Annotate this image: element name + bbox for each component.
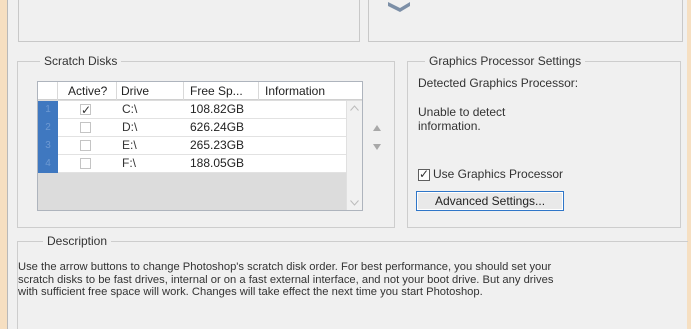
- active-cell: [58, 119, 117, 137]
- scratch-disks-group: Scratch Disks Active? Drive Free Sp... I…: [17, 54, 395, 228]
- description-line: Use the arrow buttons to change Photosho…: [18, 261, 552, 273]
- row-index: 2: [38, 119, 58, 137]
- description-text: Use the arrow buttons to change Photosho…: [18, 261, 686, 299]
- row-index: 4: [38, 155, 58, 173]
- table-scrollbar[interactable]: [346, 101, 362, 210]
- drive-cell: D:\: [122, 120, 138, 134]
- gpu-status-line-1: Unable to detect: [418, 105, 506, 119]
- move-up-icon: [373, 125, 381, 131]
- active-checkbox[interactable]: [80, 102, 91, 119]
- detected-gpu-label: Detected Graphics Processor:: [418, 76, 579, 90]
- description-legend: Description: [43, 234, 112, 248]
- active-checkbox[interactable]: [80, 122, 91, 133]
- table-row[interactable]: 2 D:\ 626.24GB: [38, 119, 346, 137]
- free-space-cell: 108.82GB: [190, 102, 245, 116]
- preferences-dialog: Scratch Disks Active? Drive Free Sp... I…: [7, 0, 688, 329]
- column-header-drive[interactable]: Drive: [117, 82, 184, 100]
- table-row[interactable]: 1 C:\ 108.82GB: [38, 101, 346, 119]
- column-header-free-space[interactable]: Free Sp...: [184, 82, 259, 100]
- advanced-settings-button[interactable]: Advanced Settings...: [416, 191, 564, 211]
- top-left-panel: [18, 0, 360, 42]
- free-space-cell: 265.23GB: [190, 138, 245, 152]
- drive-cell: F:\: [122, 156, 136, 170]
- use-gpu-checkbox[interactable]: [418, 167, 430, 181]
- information-cell: [259, 119, 346, 137]
- column-header-information[interactable]: Information: [259, 82, 362, 100]
- table-rows: 1 C:\ 108.82GB 2 D:\ 626.24GB 3 E:\: [38, 101, 346, 173]
- table-row[interactable]: 3 E:\ 265.23GB: [38, 137, 346, 155]
- table-row[interactable]: 4 F:\ 188.05GB: [38, 155, 346, 173]
- free-space-cell: 188.05GB: [190, 156, 245, 170]
- drive-cell: E:\: [122, 138, 137, 152]
- table-header: Active? Drive Free Sp... Information: [38, 82, 362, 100]
- gpu-status-line-2: information.: [418, 119, 481, 133]
- scratch-disks-table[interactable]: Active? Drive Free Sp... Information 1 C…: [37, 81, 363, 211]
- information-cell: [259, 101, 346, 119]
- information-cell: [259, 137, 346, 155]
- scratch-disks-legend: Scratch Disks: [40, 54, 122, 68]
- active-cell: [58, 155, 117, 173]
- pointer-icon: [388, 2, 410, 12]
- move-order-buttons: [373, 125, 381, 150]
- active-cell: [58, 101, 117, 119]
- description-group: Description Use the arrow buttons to cha…: [17, 234, 688, 329]
- information-cell: [259, 155, 346, 173]
- free-space-cell: 626.24GB: [190, 120, 245, 134]
- active-checkbox[interactable]: [80, 140, 91, 151]
- active-checkbox[interactable]: [80, 158, 91, 169]
- description-line: with sufficient free space will work. Ch…: [18, 286, 483, 298]
- row-index: 3: [38, 137, 58, 155]
- use-gpu-label[interactable]: Use Graphics Processor: [433, 167, 563, 181]
- graphics-processor-legend: Graphics Processor Settings: [425, 54, 586, 68]
- row-index: 1: [38, 101, 58, 119]
- drive-cell: C:\: [122, 102, 138, 116]
- move-down-icon: [373, 144, 381, 150]
- top-right-panel: [368, 0, 683, 42]
- description-line: scratch disks to be fast drives, interna…: [18, 273, 554, 286]
- active-cell: [58, 137, 117, 155]
- column-header-active[interactable]: Active?: [58, 82, 117, 100]
- graphics-processor-group: Graphics Processor Settings Detected Gra…: [407, 54, 681, 228]
- column-header-index: [38, 82, 58, 100]
- scroll-down-icon[interactable]: [350, 200, 359, 206]
- scroll-up-icon[interactable]: [350, 105, 359, 111]
